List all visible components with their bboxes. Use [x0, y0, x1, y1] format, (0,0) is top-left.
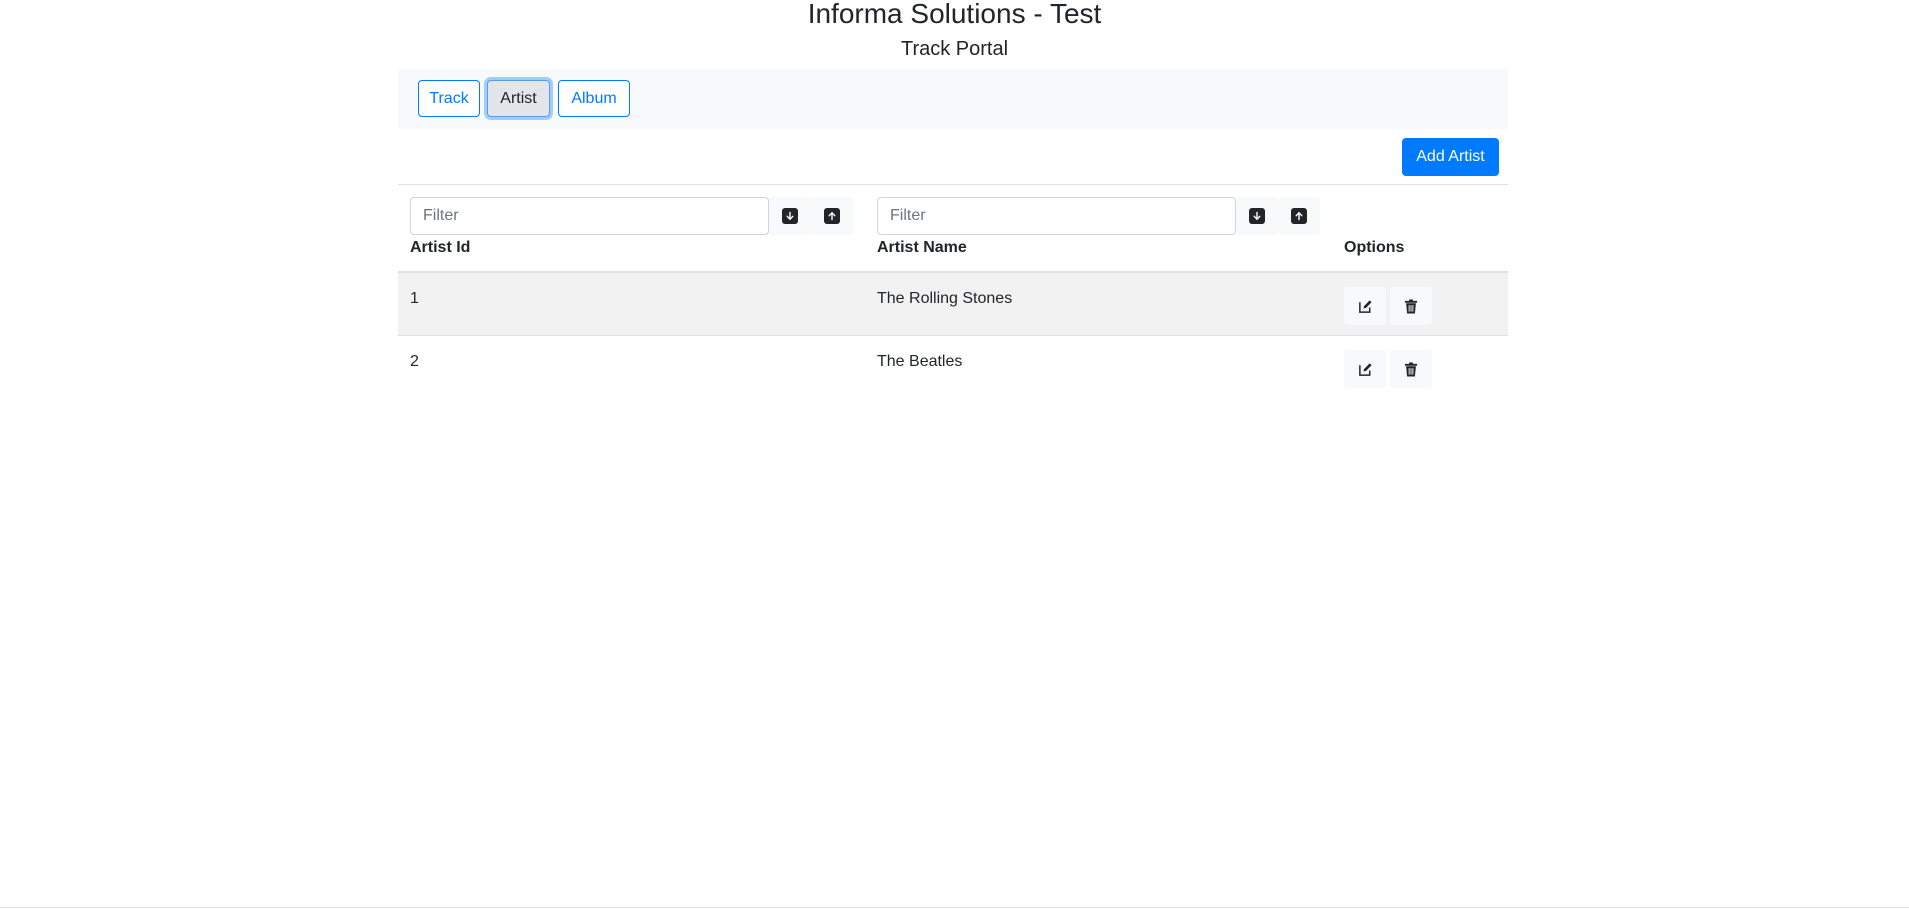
arrow-down-icon	[1249, 208, 1265, 224]
edit-button[interactable]	[1344, 287, 1386, 325]
artist-name-sort-asc-button[interactable]	[1278, 197, 1320, 235]
navbar: Track Artist Album	[398, 69, 1508, 129]
column-header-options: Options	[1344, 239, 1405, 256]
artist-id-cell: 1	[410, 290, 419, 307]
artist-name-cell: The Rolling Stones	[877, 290, 1013, 307]
delete-button[interactable]	[1390, 350, 1432, 388]
pencil-square-icon	[1358, 362, 1372, 376]
arrow-up-icon	[1291, 208, 1307, 224]
artist-id-sort-desc-button[interactable]	[769, 197, 811, 235]
tab-artist[interactable]: Artist	[487, 80, 550, 117]
divider	[398, 184, 1508, 185]
column-header-artist-name: Artist Name	[877, 239, 967, 256]
artist-name-sort-desc-button[interactable]	[1236, 197, 1278, 235]
tab-album[interactable]: Album	[558, 80, 630, 117]
table-row: 1 The Rolling Stones	[398, 273, 1508, 335]
artist-id-sort-asc-button[interactable]	[811, 197, 853, 235]
add-artist-button[interactable]: Add Artist	[1402, 138, 1499, 176]
artist-name-cell: The Beatles	[877, 353, 963, 370]
artist-id-filter-input[interactable]	[410, 197, 769, 235]
trash-icon	[1404, 361, 1418, 377]
artist-id-cell: 2	[410, 353, 419, 370]
delete-button[interactable]	[1390, 287, 1432, 325]
arrow-up-icon	[824, 208, 840, 224]
trash-icon	[1404, 298, 1418, 314]
pencil-square-icon	[1358, 299, 1372, 313]
table-row: 2 The Beatles	[398, 336, 1508, 398]
footer-divider	[0, 907, 1909, 908]
page-title: Informa Solutions - Test	[807, 0, 1102, 29]
column-header-artist-id: Artist Id	[410, 239, 471, 256]
page-subtitle: Track Portal	[900, 38, 1009, 60]
artist-name-filter-input[interactable]	[877, 197, 1236, 235]
arrow-down-icon	[782, 208, 798, 224]
edit-button[interactable]	[1344, 350, 1386, 388]
tab-track[interactable]: Track	[418, 80, 480, 117]
